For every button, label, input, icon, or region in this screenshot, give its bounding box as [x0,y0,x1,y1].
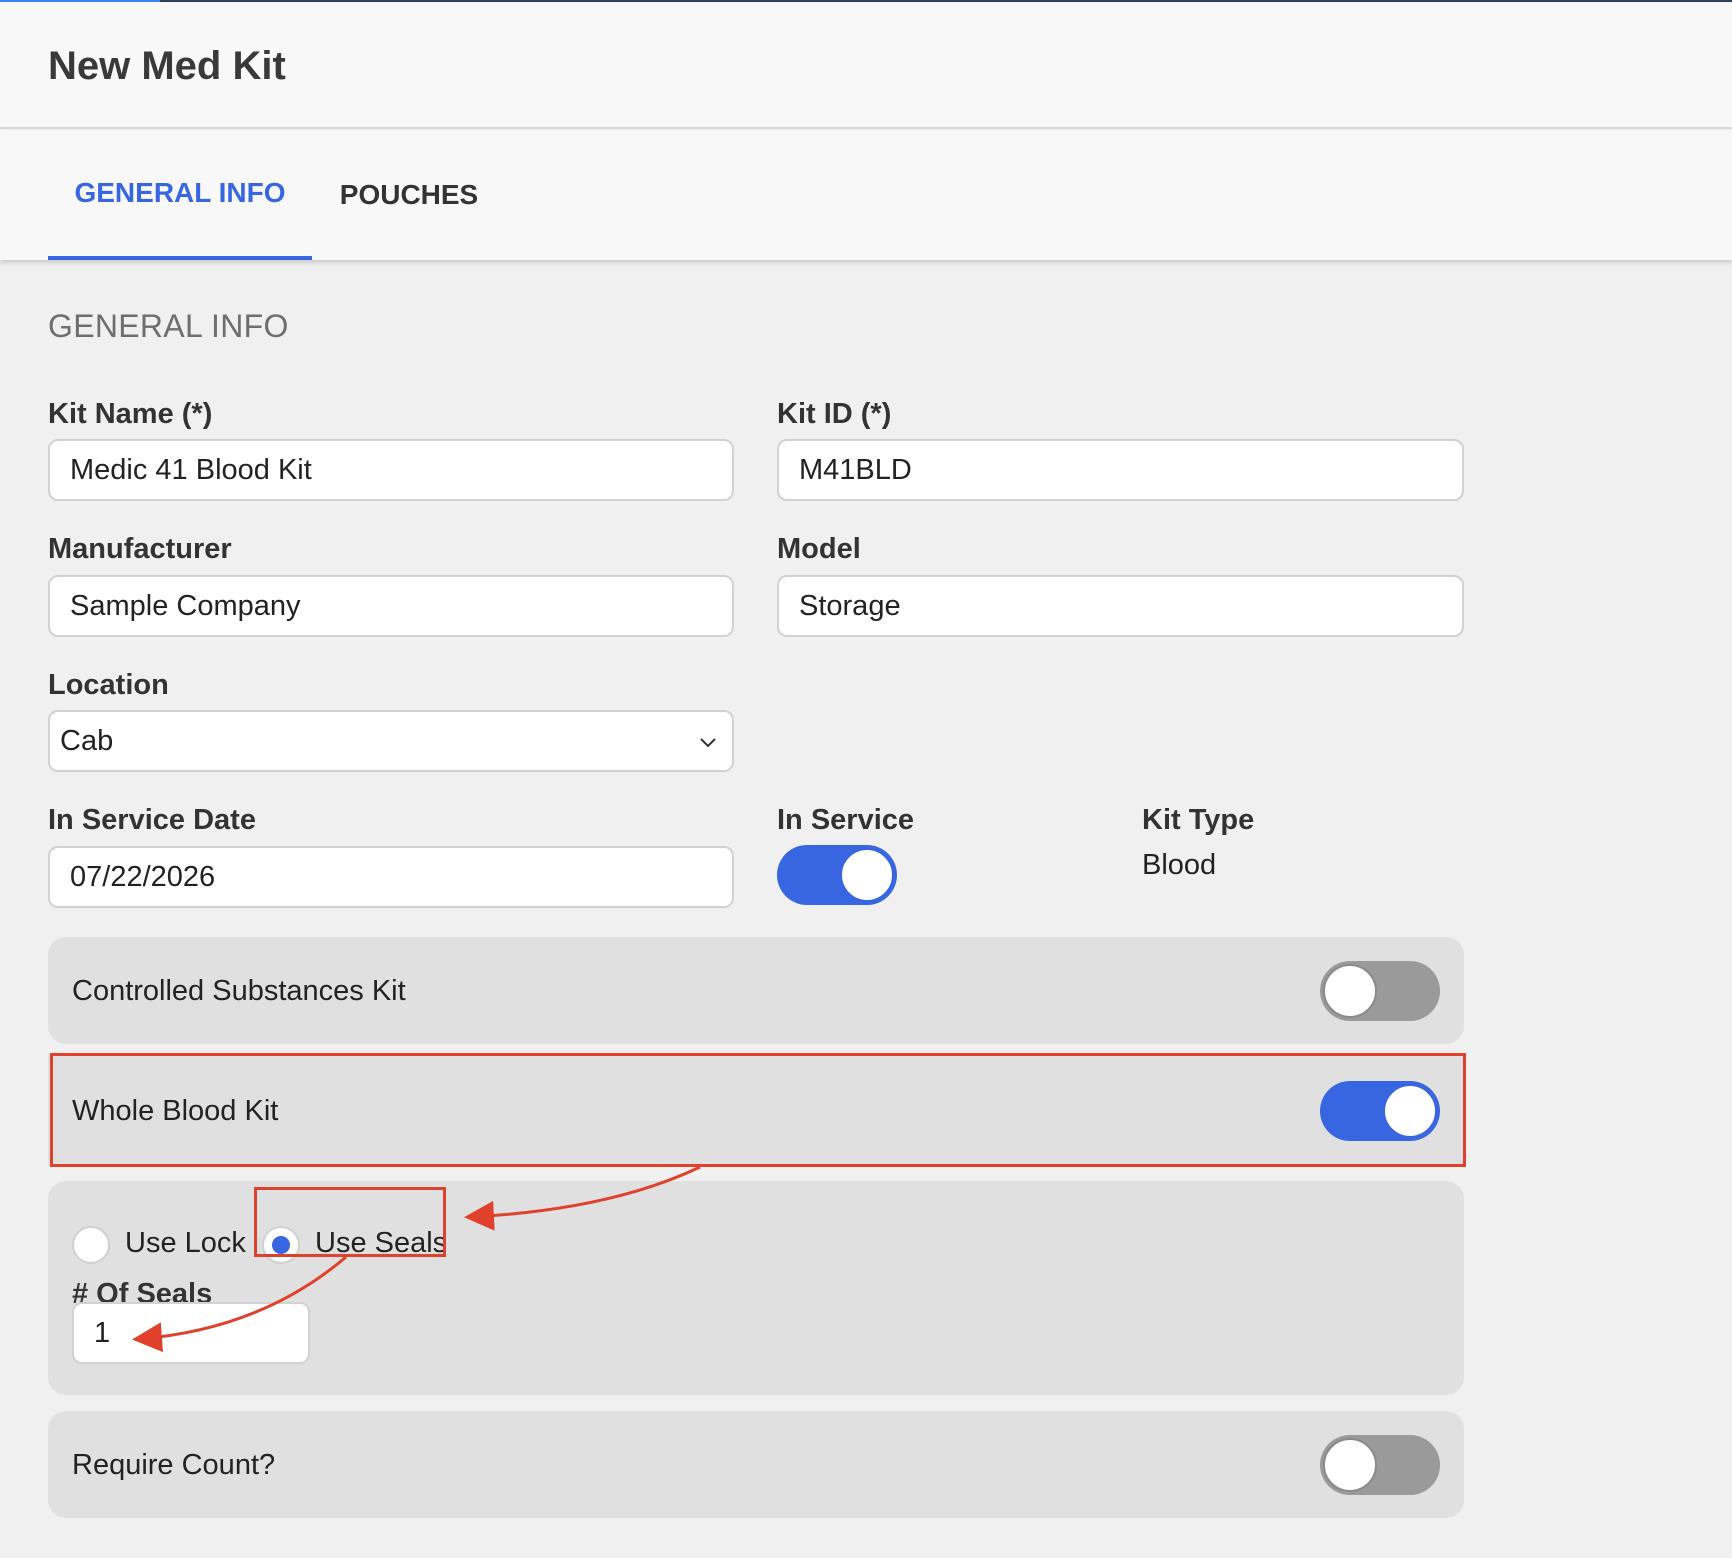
toggle-knob [1383,1084,1437,1138]
require-count-panel: Require Count? [48,1411,1464,1518]
whole-blood-panel: Whole Blood Kit [48,1053,1464,1167]
kit-name-label: Kit Name (*) [48,398,213,430]
toggle-knob [1323,1438,1377,1492]
in-service-date-input[interactable]: 07/22/2026 [48,846,734,908]
kit-name-input[interactable]: Medic 41 Blood Kit [48,439,734,501]
location-label: Location [48,669,169,701]
use-seals-radio[interactable] [262,1226,300,1264]
whole-blood-toggle[interactable] [1320,1081,1440,1141]
whole-blood-label: Whole Blood Kit [72,1095,279,1127]
use-lock-radio[interactable] [72,1226,110,1264]
in-service-toggle[interactable] [777,845,897,905]
page-title: New Med Kit [48,44,286,88]
controlled-substances-toggle[interactable] [1320,961,1440,1021]
kit-type-label: Kit Type [1142,804,1255,836]
kit-type-value: Blood [1142,849,1217,881]
chevron-down-icon [700,738,716,748]
use-seals-label: Use Seals [315,1227,448,1259]
kit-id-label: Kit ID (*) [777,398,892,430]
require-count-label: Require Count? [72,1449,276,1481]
use-lock-label: Use Lock [125,1227,246,1259]
controlled-substances-panel: Controlled Substances Kit [48,937,1464,1044]
kit-id-input[interactable]: M41BLD [777,439,1464,501]
num-seals-input[interactable]: 1 [72,1302,310,1364]
model-input[interactable]: Storage [777,575,1464,637]
toggle-knob [1323,964,1377,1018]
location-select[interactable]: Cab [48,710,734,772]
seal-options-panel: Use Lock Use Seals # Of Seals 1 [48,1181,1464,1395]
model-label: Model [777,533,861,565]
radio-selected-dot [272,1236,290,1254]
in-service-date-label: In Service Date [48,804,256,836]
toggle-knob [840,848,894,902]
in-service-label: In Service [777,804,915,836]
require-count-toggle[interactable] [1320,1435,1440,1495]
tab-general-info[interactable]: GENERAL INFO [48,130,312,260]
manufacturer-input[interactable]: Sample Company [48,575,734,637]
page-header: New Med Kit [0,2,1732,129]
tab-bar: GENERAL INFO POUCHES [0,130,1732,260]
location-select-value: Cab [60,724,114,757]
section-title: GENERAL INFO [48,308,289,344]
manufacturer-label: Manufacturer [48,533,232,565]
controlled-substances-label: Controlled Substances Kit [72,975,406,1007]
tab-pouches[interactable]: POUCHES [312,130,506,260]
